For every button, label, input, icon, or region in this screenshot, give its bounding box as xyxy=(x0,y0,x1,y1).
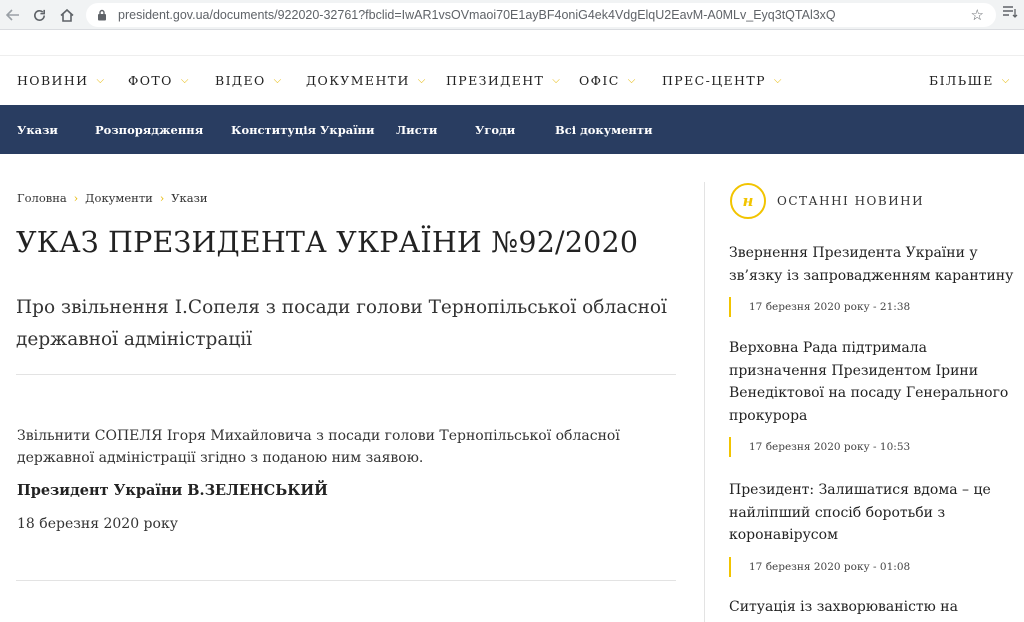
document-signature: Президент України В.ЗЕЛЕНСЬКИЙ xyxy=(17,482,328,499)
subnav-item-orders[interactable]: Розпорядження xyxy=(95,123,203,137)
news-logo-icon: н xyxy=(730,183,766,219)
url-text[interactable]: president.gov.ua/documents/922020-32761?… xyxy=(118,8,836,22)
news-headline[interactable]: Верховна Рада підтримала призначення Пре… xyxy=(729,337,1019,427)
chevron-right-icon: › xyxy=(73,191,79,205)
nav-item-office[interactable]: ОФІС ⌵ xyxy=(579,73,635,88)
chevron-down-icon: ⌵ xyxy=(417,75,426,86)
nav-item-label: НОВИНИ xyxy=(17,73,89,88)
nav-item-more[interactable]: БІЛЬШЕ ⌵ xyxy=(929,73,1009,88)
news-timestamp: 17 березня 2020 року - 21:38 xyxy=(729,297,1019,317)
document-body: Звільнити СОПЕЛЯ Ігоря Михайловича з пос… xyxy=(17,428,620,466)
news-item[interactable]: Ситуація із захворюваністю на xyxy=(729,596,1019,619)
nav-item-label: ПРЕЗИДЕНТ xyxy=(446,73,545,88)
news-headline[interactable]: Ситуація із захворюваністю на xyxy=(729,596,1019,619)
main-navigation: НОВИНИ ⌵ ФОТО ⌵ ВІДЕО ⌵ ДОКУМЕНТИ ⌵ ПРЕЗИДЕН… xyxy=(0,55,1024,105)
subnav-item-agreements[interactable]: Угоди xyxy=(475,123,515,137)
nav-item-press-center[interactable]: ПРЕС-ЦЕНТР ⌵ xyxy=(662,73,782,88)
chevron-down-icon: ⌵ xyxy=(96,75,105,86)
chevron-down-icon: ⌵ xyxy=(552,75,560,86)
nav-item-news[interactable]: НОВИНИ ⌵ xyxy=(17,73,104,88)
document-date: 18 березня 2020 року xyxy=(17,516,178,532)
nav-item-label: ОФІС xyxy=(579,73,620,88)
chevron-right-icon: › xyxy=(159,191,165,205)
nav-item-label: ФОТО xyxy=(128,73,173,88)
subnav-item-constitution[interactable]: Конституція України xyxy=(231,123,375,137)
nav-item-documents[interactable]: ДОКУМЕНТИ ⌵ xyxy=(306,73,425,88)
browser-toolbar: president.gov.ua/documents/922020-32761?… xyxy=(0,0,1024,30)
page-title: УКАЗ ПРЕЗИДЕНТА УКРАЇНИ №92/2020 xyxy=(16,226,639,259)
breadcrumb-decrees[interactable]: Укази xyxy=(171,191,207,205)
back-arrow-icon[interactable] xyxy=(0,2,26,28)
news-item[interactable]: Звернення Президента України у зв’язку і… xyxy=(729,242,1019,317)
chevron-down-icon: ⌵ xyxy=(180,75,189,86)
home-icon[interactable] xyxy=(54,2,80,28)
nav-item-label: ВІДЕО xyxy=(215,73,266,88)
nav-item-label: БІЛЬШЕ xyxy=(929,73,994,88)
subnav-item-all-documents[interactable]: Всі документи xyxy=(555,123,652,137)
chevron-down-icon: ⌵ xyxy=(273,75,282,86)
reading-list-icon[interactable] xyxy=(1002,5,1018,23)
nav-item-label: ДОКУМЕНТИ xyxy=(306,73,410,88)
news-item[interactable]: Президент: Залишатися вдома – це найліпш… xyxy=(729,479,1019,577)
breadcrumb: Головна › Документи › Укази xyxy=(17,191,208,205)
news-headline[interactable]: Президент: Залишатися вдома – це найліпш… xyxy=(729,479,1019,547)
sidebar-divider xyxy=(704,182,705,622)
nav-item-video[interactable]: ВІДЕО ⌵ xyxy=(215,73,281,88)
news-headline[interactable]: Звернення Президента України у зв’язку і… xyxy=(729,242,1019,287)
subnav-item-letters[interactable]: Листи xyxy=(396,123,437,137)
document-subtitle: Про звільнення І.Сопеля з посади голови … xyxy=(16,297,667,350)
divider xyxy=(16,580,676,581)
news-item[interactable]: Верховна Рада підтримала призначення Пре… xyxy=(729,337,1019,457)
documents-subnav: Укази Розпорядження Конституція України … xyxy=(0,105,1024,154)
nav-item-president[interactable]: ПРЕЗИДЕНТ ⌵ xyxy=(446,73,560,88)
address-bar[interactable]: president.gov.ua/documents/922020-32761?… xyxy=(86,3,996,27)
nav-item-label: ПРЕС-ЦЕНТР xyxy=(662,73,766,88)
chevron-down-icon: ⌵ xyxy=(627,75,636,86)
divider xyxy=(16,374,676,375)
sidebar-heading: ОСТАННІ НОВИНИ xyxy=(777,194,925,208)
breadcrumb-home[interactable]: Головна xyxy=(17,191,67,205)
news-timestamp: 17 березня 2020 року - 10:53 xyxy=(729,437,1019,457)
lock-icon[interactable] xyxy=(96,9,108,21)
subnav-item-decrees[interactable]: Укази xyxy=(17,123,58,137)
chevron-down-icon: ⌵ xyxy=(773,75,782,86)
chevron-down-icon: ⌵ xyxy=(1001,75,1010,86)
star-icon[interactable]: ☆ xyxy=(971,6,984,24)
breadcrumb-documents[interactable]: Документи xyxy=(85,191,153,205)
news-timestamp: 17 березня 2020 року - 01:08 xyxy=(729,556,1019,577)
refresh-icon[interactable] xyxy=(26,2,52,28)
nav-item-photo[interactable]: ФОТО ⌵ xyxy=(128,73,188,88)
